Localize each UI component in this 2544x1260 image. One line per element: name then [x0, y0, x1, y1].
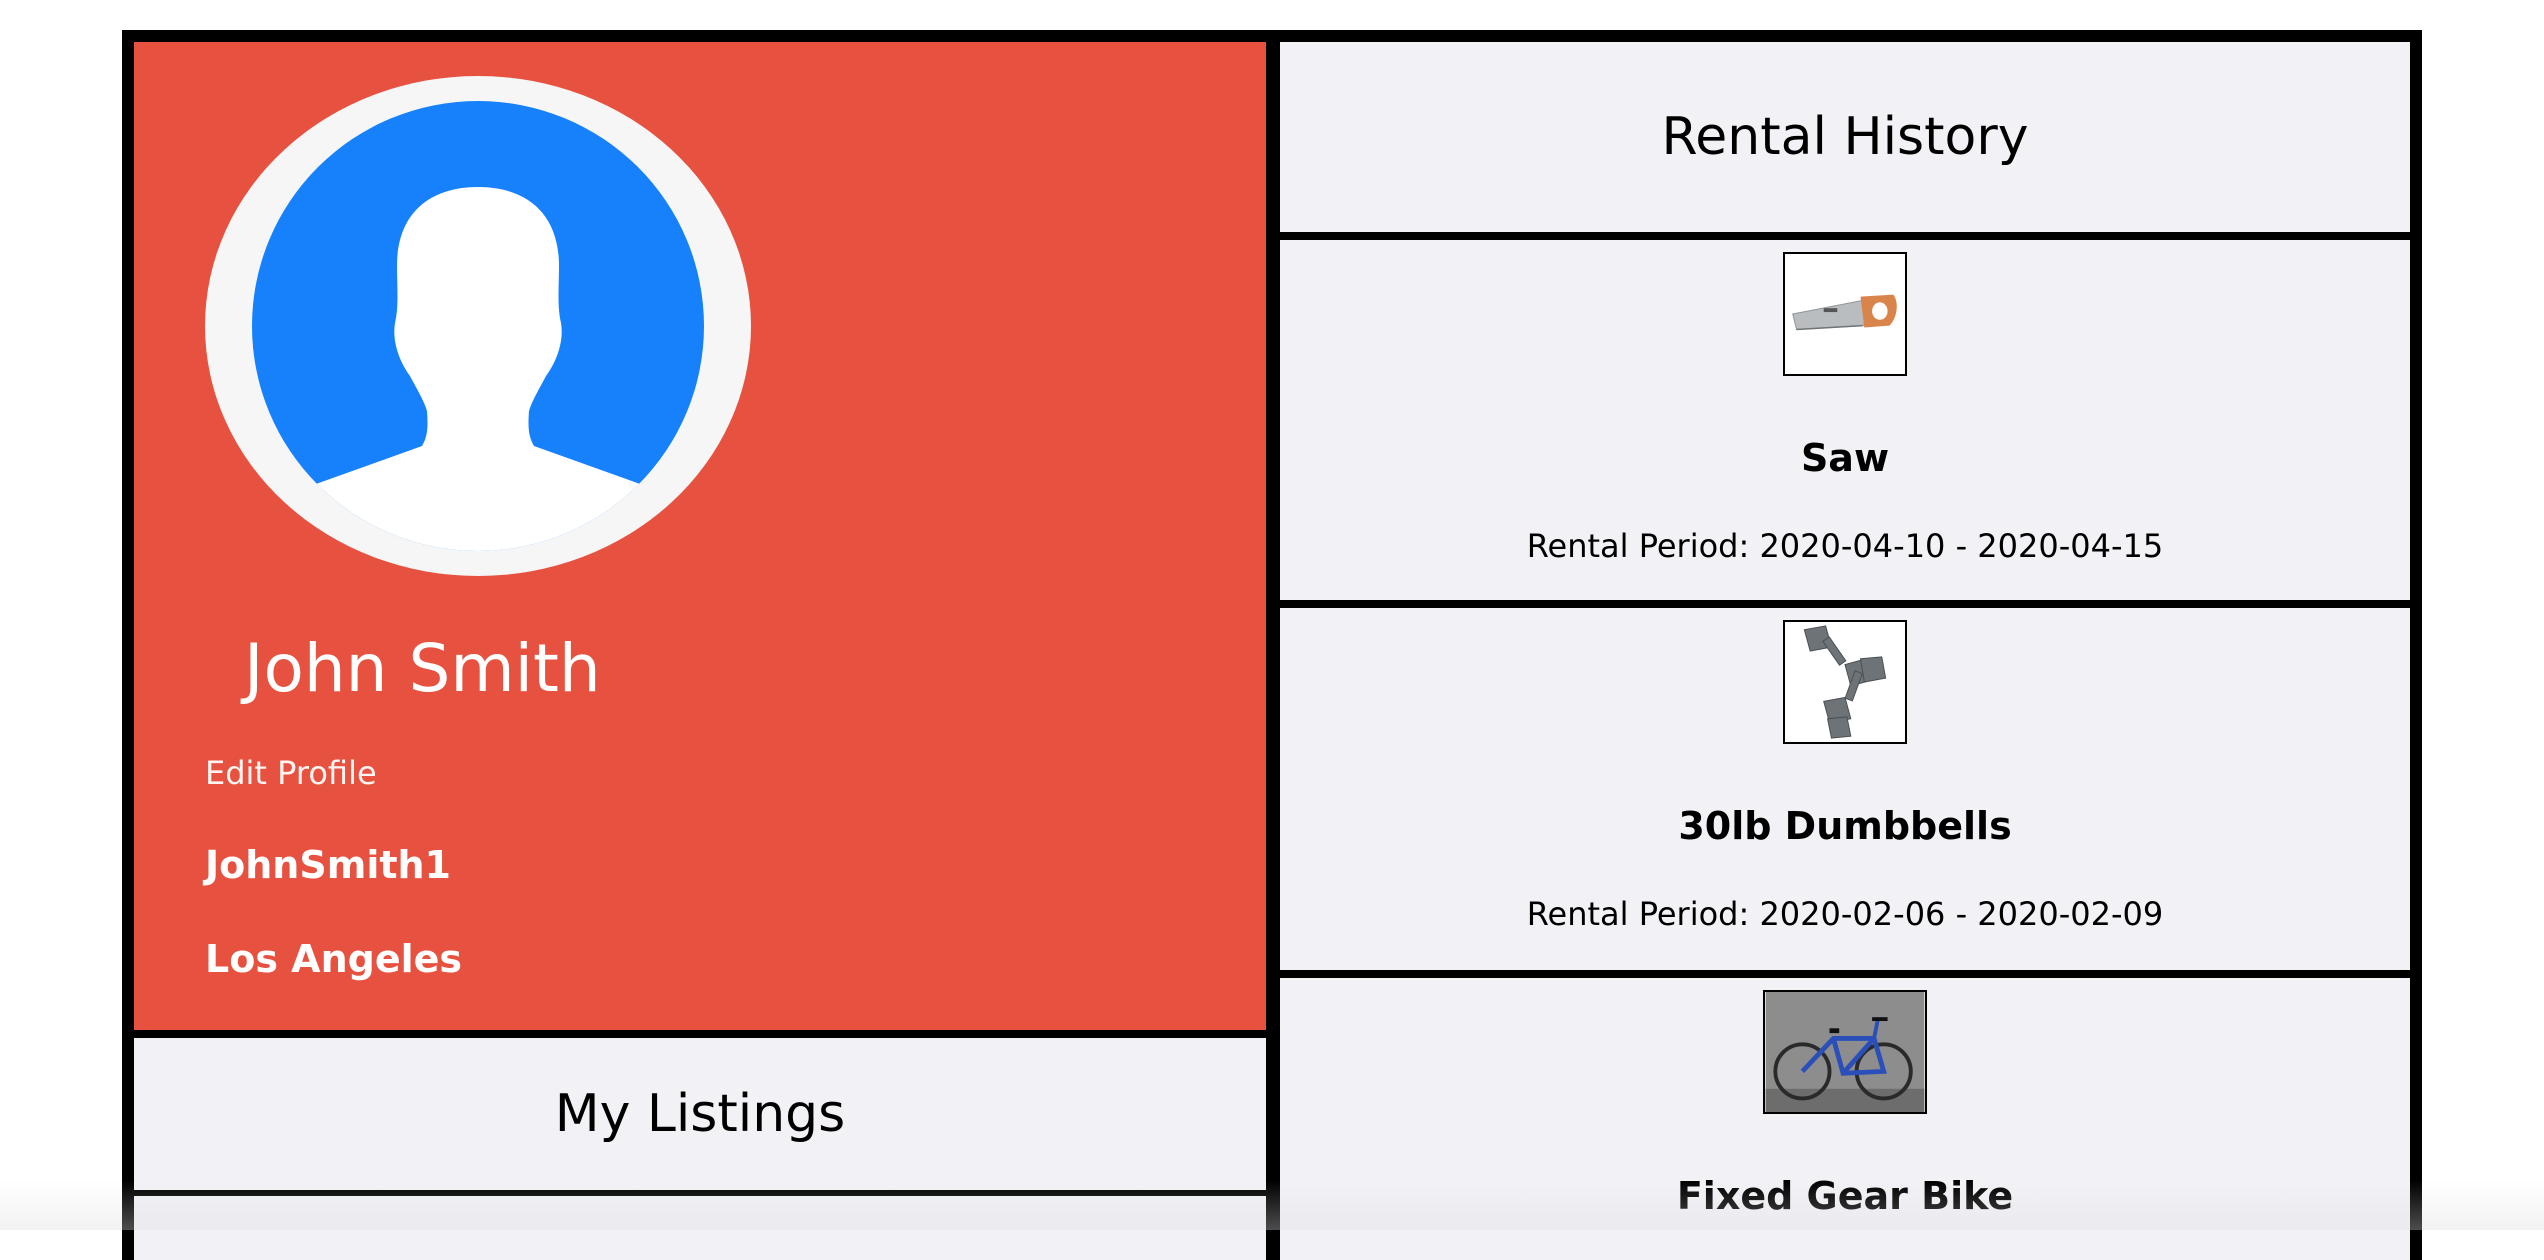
avatar: [205, 76, 751, 576]
dumbbells-image[interactable]: [1783, 620, 1907, 744]
profile-page-frame: John Smith Edit Profile JohnSmith1 Los A…: [122, 30, 2422, 1260]
rental-item: 30lb Dumbbells Rental Period: 2020-02-06…: [1280, 608, 2410, 970]
profile-card: John Smith Edit Profile JohnSmith1 Los A…: [134, 42, 1266, 1030]
rental-item: Fixed Gear Bike: [1280, 978, 2410, 1260]
rental-item-period: Rental Period: 2020-04-10 - 2020-04-15: [1526, 527, 2164, 565]
bike-image[interactable]: [1763, 990, 1927, 1114]
rental-item-name: Fixed Gear Bike: [1676, 1174, 2014, 1218]
rental-history-header: Rental History: [1280, 42, 2410, 232]
profile-name: John Smith: [244, 630, 601, 707]
rental-item-name: 30lb Dumbbells: [1678, 804, 2012, 848]
rental-item-name: Saw: [1800, 436, 1890, 480]
rental-item-period: Rental Period: 2020-02-06 - 2020-02-09: [1526, 895, 2164, 933]
my-listings-title: My Listings: [554, 1084, 846, 1144]
rental-item: Saw Rental Period: 2020-04-10 - 2020-04-…: [1280, 240, 2410, 600]
listing-item: [134, 1196, 1266, 1260]
edit-profile-link[interactable]: Edit Profile: [205, 754, 377, 792]
rental-history-title: Rental History: [1661, 107, 2029, 167]
user-silhouette-icon: [252, 101, 704, 551]
saw-image[interactable]: [1783, 252, 1907, 376]
username: JohnSmith1: [205, 843, 451, 887]
my-listings-header: My Listings: [134, 1038, 1266, 1190]
location: Los Angeles: [205, 937, 463, 981]
